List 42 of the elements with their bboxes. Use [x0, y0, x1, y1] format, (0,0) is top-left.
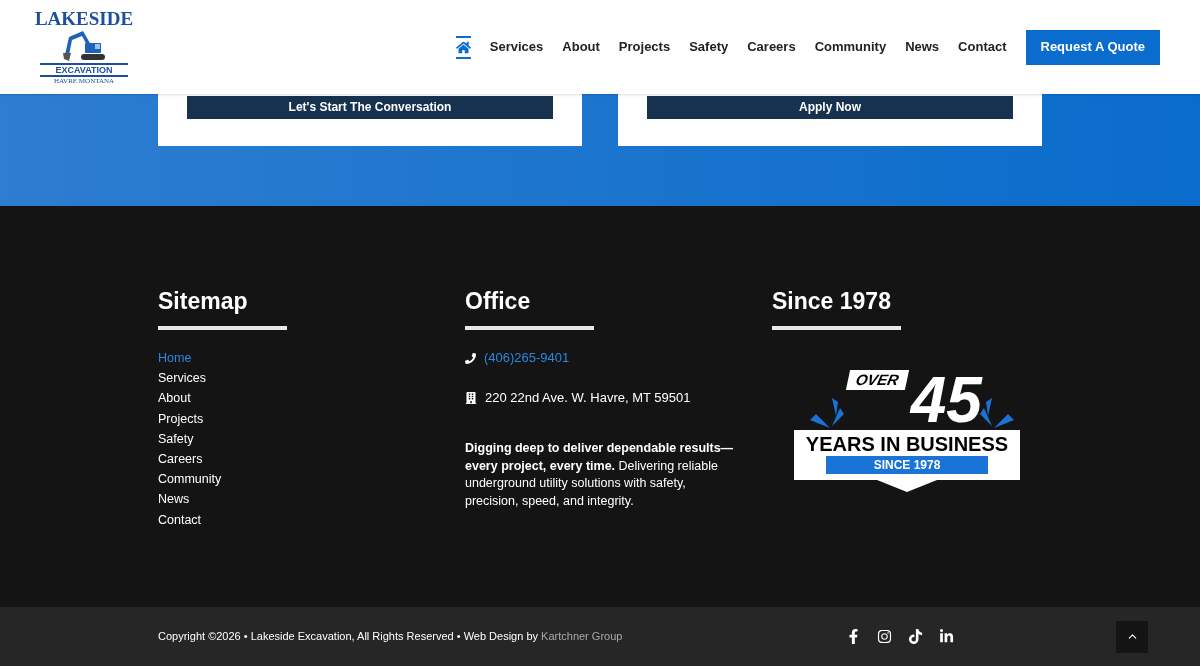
nav-link[interactable]: About: [562, 37, 600, 57]
designer-link[interactable]: Kartchner Group: [541, 630, 623, 643]
nav-link[interactable]: Contact: [958, 37, 1007, 57]
building-icon: [465, 392, 477, 404]
home-nav-link[interactable]: [455, 35, 471, 59]
phone-link[interactable]: (406)265-9401: [484, 348, 570, 368]
tiktok-icon[interactable]: [908, 629, 924, 644]
excavator-icon: [61, 28, 107, 63]
sitemap-link[interactable]: Community: [158, 469, 465, 490]
nav-link[interactable]: Safety: [689, 37, 729, 57]
sitemap-link[interactable]: Careers: [158, 449, 465, 470]
copyright-text: Copyright ©2026 • Lakeside Excavation, All Rights Reserved • Web Design by Kartchner Group: [158, 629, 623, 645]
sitemap-link[interactable]: Services: [158, 368, 465, 389]
nav-link[interactable]: Projects: [618, 37, 671, 57]
logo-subtitle: EXCAVATION: [40, 62, 128, 77]
request-quote-button[interactable]: Request A Quote: [1025, 29, 1160, 65]
nav-link[interactable]: News: [905, 37, 940, 57]
sitemap-link[interactable]: Projects: [158, 408, 465, 429]
home-icon: [455, 39, 471, 55]
sitemap-link[interactable]: Home: [158, 348, 465, 369]
sitemap-link[interactable]: News: [158, 489, 465, 510]
linkedin-icon[interactable]: [939, 629, 955, 644]
company-description: Digging deep to deliver dependable results—every project, every time. Delivering reliable underground utility solutions with safety, precision, speed, and integrity.: [465, 440, 735, 510]
since-heading: Since 1978: [772, 288, 892, 314]
badge-years-text: YEARS IN BUSINESS: [804, 432, 1010, 456]
sitemap-link[interactable]: Safety: [158, 428, 465, 449]
sitemap-heading: Sitemap: [158, 288, 249, 314]
instagram-icon[interactable]: [877, 629, 893, 644]
badge-since-ribbon: SINCE 1978: [826, 456, 988, 474]
badge-number: 45: [910, 370, 982, 430]
badge-over-text: OVER: [846, 370, 909, 390]
logo-name: LAKESIDE: [34, 8, 134, 29]
cta-button[interactable]: Apply Now: [647, 95, 1013, 119]
sitemap-link[interactable]: About: [158, 388, 465, 409]
nav-link[interactable]: Community: [814, 37, 887, 57]
nav-link[interactable]: Careers: [747, 37, 796, 57]
office-heading: Office: [465, 288, 532, 314]
sitemap-link[interactable]: Contact: [158, 509, 465, 530]
cta-button[interactable]: Let's Start The Conversation: [187, 95, 553, 119]
office-address: 220 22nd Ave. W. Havre, MT 59501: [485, 389, 691, 408]
phone-icon: [465, 352, 476, 364]
nav-link[interactable]: Services: [489, 37, 544, 57]
